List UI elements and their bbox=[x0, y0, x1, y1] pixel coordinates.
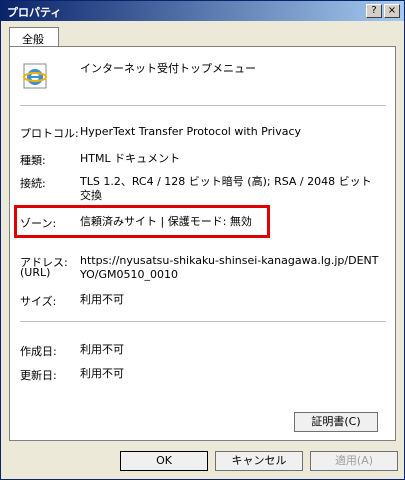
tab-strip: 全般 bbox=[9, 27, 397, 47]
updated-value: 利用不可 bbox=[80, 367, 124, 380]
divider bbox=[20, 321, 386, 322]
tab-general-label: 全般 bbox=[22, 33, 44, 46]
zone-highlight bbox=[14, 205, 270, 238]
general-panel: インターネット受付トップメニュー プロトコル: HyperText Transf… bbox=[9, 46, 396, 441]
connection-value: TLS 1.2、RC4 / 128 ビット暗号 (高); RSA / 2048 … bbox=[80, 175, 372, 202]
tab-general[interactable]: 全般 bbox=[9, 27, 59, 47]
address-label-url: (URL) bbox=[20, 266, 51, 279]
title-bar[interactable]: プロパティ ? × bbox=[1, 1, 404, 21]
page-name: インターネット受付トップメニュー bbox=[80, 62, 256, 75]
updated-label: 更新日: bbox=[20, 369, 57, 382]
protocol-value: HyperText Transfer Protocol with Privacy bbox=[80, 125, 302, 138]
created-label: 作成日: bbox=[20, 345, 57, 358]
ie-page-icon bbox=[23, 63, 47, 89]
type-value: HTML ドキュメント bbox=[80, 152, 181, 165]
size-label: サイズ: bbox=[20, 295, 57, 308]
properties-dialog: プロパティ ? × 全般 インターネット受付トップメニュー プロトコル: Hyp… bbox=[0, 0, 405, 480]
connection-label: 接続: bbox=[20, 177, 46, 190]
ok-button[interactable]: OK bbox=[120, 451, 208, 471]
type-label: 種類: bbox=[20, 154, 46, 167]
protocol-label: プロトコル: bbox=[20, 127, 79, 140]
divider bbox=[20, 105, 386, 106]
close-button[interactable]: × bbox=[384, 4, 400, 18]
certificate-button[interactable]: 証明書(C) bbox=[294, 412, 378, 432]
address-value: https://nyusatsu-shikaku-shinsei-kanagaw… bbox=[80, 254, 379, 281]
created-value: 利用不可 bbox=[80, 343, 124, 356]
apply-button[interactable]: 適用(A) bbox=[310, 451, 398, 471]
size-value: 利用不可 bbox=[80, 293, 124, 306]
cancel-button[interactable]: キャンセル bbox=[215, 451, 303, 471]
help-button[interactable]: ? bbox=[366, 4, 382, 18]
window-title: プロパティ bbox=[7, 6, 62, 19]
